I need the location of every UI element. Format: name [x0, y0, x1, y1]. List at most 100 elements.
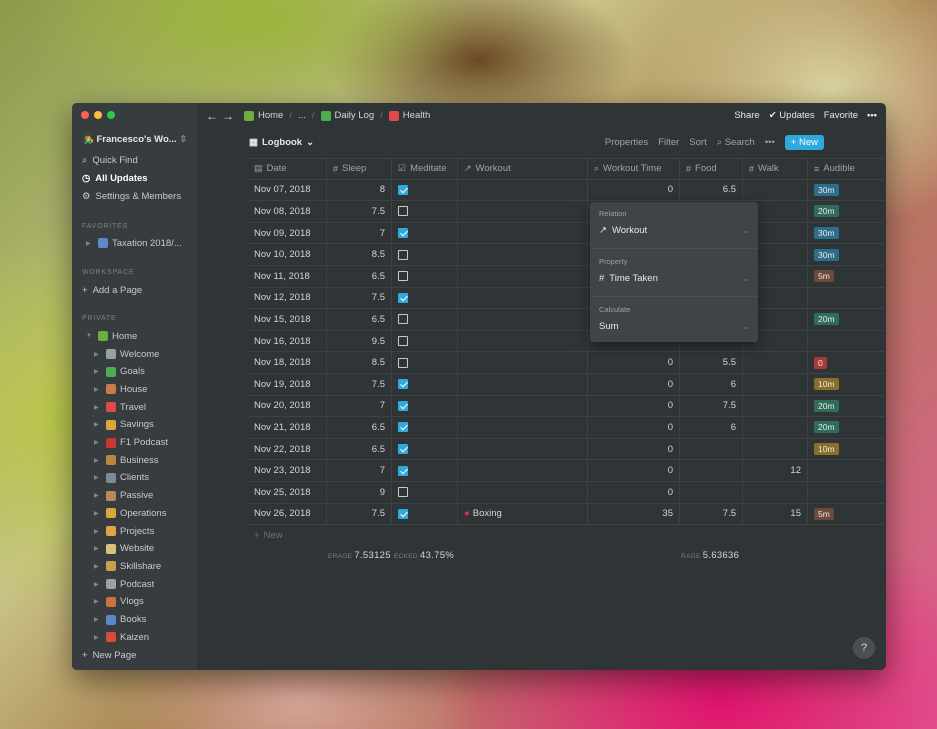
workout-cell[interactable] — [458, 309, 588, 330]
audible-cell[interactable] — [808, 331, 878, 352]
workout-cell[interactable] — [458, 222, 588, 244]
table-row[interactable]: Nov 25, 2018 9 0 — [248, 481, 884, 504]
workout-cell[interactable] — [458, 395, 588, 417]
audible-cell[interactable]: 20m — [808, 396, 878, 417]
table-row[interactable]: Nov 12, 2018 7.5 — [248, 287, 884, 310]
date-cell[interactable]: Nov 10, 2018 — [248, 244, 327, 265]
walk-cell[interactable] — [743, 417, 808, 438]
col-meditate[interactable]: ☑ Meditate — [392, 159, 458, 179]
sleep-cell[interactable]: 6.5 — [327, 265, 392, 287]
favorite-button[interactable]: Favorite — [824, 110, 858, 121]
date-cell[interactable]: Nov 12, 2018 — [248, 287, 327, 309]
updates-button[interactable]: ✔ Updates — [769, 110, 815, 121]
audible-cell[interactable] — [808, 288, 878, 309]
back-arrow-icon[interactable]: ← — [206, 109, 218, 123]
meditate-checkbox[interactable] — [398, 444, 408, 455]
sidebar-item-vlogs[interactable]: ▶ Vlogs — [94, 595, 144, 609]
minimize-window-button[interactable] — [94, 111, 102, 119]
workout-cell[interactable] — [458, 179, 588, 201]
meditate-checkbox[interactable] — [398, 314, 408, 325]
date-cell[interactable]: Nov 18, 2018 — [248, 352, 327, 373]
sleep-cell[interactable]: 7.5 — [327, 287, 392, 309]
sidebar-item-savings[interactable]: ▶ Savings — [94, 418, 154, 432]
sidebar-item-business[interactable]: ▶ Business — [94, 453, 159, 467]
workout-cell[interactable] — [458, 438, 588, 460]
food-cell[interactable]: 5.5 — [680, 352, 743, 373]
sleep-cell[interactable]: 8 — [327, 179, 392, 201]
meditate-checkbox[interactable] — [398, 336, 408, 347]
sidebar-item-taxation[interactable]: ▶ Taxation 2018/... — [86, 236, 182, 250]
walk-cell[interactable] — [743, 373, 808, 395]
sort-button[interactable]: Sort — [689, 137, 706, 148]
expand-icon[interactable]: ▶ — [94, 492, 102, 499]
sleep-cell[interactable]: 9 — [327, 481, 392, 503]
expand-icon[interactable]: ▶ — [94, 598, 102, 605]
expand-icon[interactable]: ▶ — [94, 351, 102, 358]
audible-cell[interactable]: 10m — [808, 439, 878, 460]
walk-cell[interactable] — [743, 438, 808, 460]
workout-cell[interactable] — [458, 373, 588, 395]
workout-time-average[interactable]: RAGE 5.63636 — [681, 550, 739, 561]
walk-cell[interactable]: 12 — [743, 460, 808, 481]
expand-icon[interactable]: ▶ — [94, 386, 102, 393]
sleep-cell[interactable]: 7.5 — [327, 201, 392, 222]
sleep-cell[interactable]: 9.5 — [327, 330, 392, 352]
forward-arrow-icon[interactable]: → — [222, 109, 234, 123]
new-page-button[interactable]: + New Page — [82, 650, 136, 661]
crumb-home[interactable]: Home — [258, 110, 283, 121]
property-select[interactable]: # Time Taken ⌄ — [599, 273, 749, 284]
sidebar-item-kaizen[interactable]: ▶ Kaizen — [94, 630, 149, 644]
sleep-cell[interactable]: 8.5 — [327, 244, 392, 265]
sidebar-item-website[interactable]: ▶ Website — [94, 542, 154, 556]
date-cell[interactable]: Nov 15, 2018 — [248, 309, 327, 330]
workout-cell[interactable] — [458, 330, 588, 352]
meditate-checkbox[interactable] — [398, 487, 408, 498]
expand-icon[interactable]: ▶ — [94, 616, 102, 623]
meditate-checkbox[interactable] — [398, 508, 408, 519]
sidebar-item-welcome[interactable]: ▶ Welcome — [94, 347, 159, 361]
audible-cell[interactable] — [808, 460, 878, 481]
view-switcher[interactable]: ▦ Logbook ⌄ — [249, 137, 314, 148]
sleep-cell[interactable]: 6.5 — [327, 417, 392, 438]
date-cell[interactable]: Nov 21, 2018 — [248, 417, 327, 438]
meditate-checkbox[interactable] — [398, 422, 408, 433]
table-row[interactable]: Nov 08, 2018 7.5 20m — [248, 201, 884, 223]
audible-cell[interactable]: 20m — [808, 417, 878, 438]
expand-icon[interactable]: ▶ — [94, 510, 102, 517]
meditate-checkbox[interactable] — [398, 292, 408, 303]
date-cell[interactable]: Nov 16, 2018 — [248, 330, 327, 352]
expand-icon[interactable]: ▶ — [94, 563, 102, 570]
crumb-health[interactable]: Health — [403, 110, 430, 121]
sleep-cell[interactable]: 7 — [327, 395, 392, 417]
walk-cell[interactable]: 15 — [743, 503, 808, 525]
col-date[interactable]: ▤ Date — [248, 159, 327, 179]
sidebar-item-travel[interactable]: ▶ Travel — [94, 400, 146, 414]
date-cell[interactable]: Nov 25, 2018 — [248, 481, 327, 503]
expand-icon[interactable]: ▶ — [94, 545, 102, 552]
food-cell[interactable] — [680, 481, 743, 503]
meditate-checkbox[interactable] — [398, 184, 408, 195]
relation-select[interactable]: ↗ Workout ⌄ — [599, 225, 749, 236]
workout-cell[interactable] — [458, 481, 588, 503]
food-cell[interactable] — [680, 438, 743, 460]
workspace-switcher[interactable]: 👨‍🎤 Francesco's Wo... ⇕ — [82, 134, 187, 145]
date-cell[interactable]: Nov 19, 2018 — [248, 373, 327, 395]
audible-cell[interactable]: 5m — [808, 266, 878, 287]
sidebar-item-passive[interactable]: ▶ Passive — [94, 489, 153, 503]
new-row-button[interactable]: + New — [784, 134, 824, 150]
audible-cell[interactable]: 20m — [808, 309, 878, 330]
sidebar-item-books[interactable]: ▶ Books — [94, 613, 146, 627]
table-row[interactable]: Nov 23, 2018 7 0 12 — [248, 460, 884, 482]
expand-icon[interactable]: ▶ — [94, 528, 102, 535]
crumb-daily-log[interactable]: Daily Log — [335, 110, 375, 121]
col-audible[interactable]: ≡ Audible — [808, 159, 878, 179]
audible-cell[interactable]: 0 — [808, 352, 878, 373]
food-cell[interactable] — [680, 460, 743, 481]
table-row[interactable]: Nov 21, 2018 6.5 0 6 20m — [248, 417, 884, 439]
table-row[interactable]: Nov 20, 2018 7 0 7.5 20m — [248, 395, 884, 418]
sidebar-settings[interactable]: ⚙ Settings & Members — [82, 189, 181, 203]
expand-icon[interactable]: ▶ — [94, 457, 102, 464]
sleep-cell[interactable]: 6.5 — [327, 438, 392, 460]
meditate-checkbox[interactable] — [398, 206, 408, 217]
audible-cell[interactable]: 5m — [808, 504, 878, 525]
